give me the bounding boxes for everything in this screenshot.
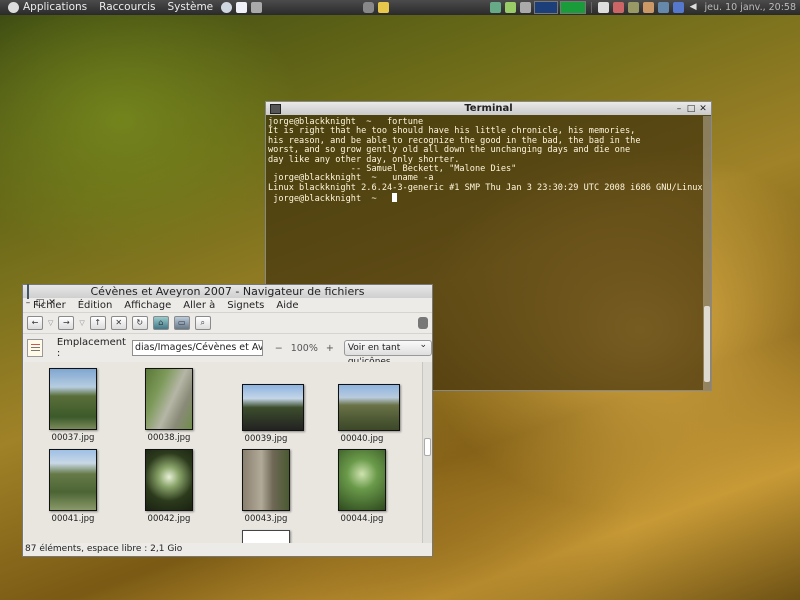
file-item[interactable]: 00038.jpg [145,368,193,443]
folder-icon [27,284,29,299]
file-browser-window[interactable]: Cévènes et Aveyron 2007 - Navigateur de … [22,284,433,557]
photo-thumbnail [242,449,290,511]
file-item[interactable] [242,530,290,543]
terminal-line: jorge@blackknight ~ [268,194,387,205]
file-item[interactable]: 00042.jpg [145,449,193,524]
terminal-icon [270,103,281,114]
file-item[interactable]: 00043.jpg [242,449,290,524]
view-mode-select[interactable]: Voir en tant qu'icônes [343,338,432,367]
editor-launcher-icon[interactable] [251,2,263,13]
file-item[interactable]: 00040.jpg [338,384,400,444]
text-cursor [392,193,398,203]
photo-thumbnail [242,384,304,431]
applications-menu-label: Applications [23,1,88,13]
file-browser-title: Cévènes et Aveyron 2007 - Navigateur de … [90,285,365,298]
zoom-out-button[interactable]: − [275,343,283,354]
close-icon[interactable]: ✕ [698,104,708,114]
file-name: 00037.jpg [51,433,95,443]
update-icon[interactable] [627,2,639,13]
browser-launcher-icon[interactable] [221,2,233,13]
menu-view[interactable]: Affichage [118,300,177,311]
terminal-line: Linux blackknight 2.6.24-3-generic #1 SM… [268,182,702,193]
file-name: 00043.jpg [244,514,288,524]
volume-icon[interactable]: ◀ [688,2,699,13]
zoom-level[interactable]: 100% [291,343,318,354]
eject-icon[interactable] [362,2,374,13]
location-label: Emplacement : [56,337,126,359]
file-name: 00042.jpg [147,514,191,524]
bluetooth-icon[interactable] [672,2,684,13]
file-name: 00039.jpg [244,434,288,444]
file-item[interactable]: 00044.jpg [338,449,386,524]
zoom-in-button[interactable]: + [326,343,334,354]
edit-location-icon[interactable] [27,339,43,357]
home-icon[interactable]: ⌂ [152,316,169,330]
photo-thumbnail [338,449,386,511]
file-browser-titlebar[interactable]: Cévènes et Aveyron 2007 - Navigateur de … [23,284,432,308]
photo-thumbnail [49,449,97,511]
menu-file[interactable]: Fichier [27,300,72,311]
menu-help[interactable]: Aide [270,300,304,311]
system-menu[interactable]: Système [162,0,220,15]
icon-view[interactable]: 00037.jpg 00038.jpg 00039.jpg 00040.jpg … [24,362,422,543]
up-icon[interactable]: ↑ [89,316,106,330]
menu-bookmarks[interactable]: Signets [221,300,270,311]
clipboard-icon[interactable] [612,2,624,13]
top-panel: Applications Raccourcis Système ◀ jeu. 1… [0,0,800,15]
disk-icon[interactable] [519,2,531,13]
icon-view-scroll-thumb[interactable] [424,438,431,456]
forward-icon[interactable]: → [58,316,75,330]
menu-go[interactable]: Aller à [177,300,221,311]
terminal-scrollbar[interactable] [703,116,711,390]
file-item[interactable]: 00041.jpg [49,449,97,524]
icon-view-scrollbar[interactable] [422,362,432,543]
menu-edit[interactable]: Édition [72,300,119,311]
back-history-icon[interactable]: ▽ [48,319,53,327]
file-browser-toolbar: ← ▽ → ▽ ↑ ✕ ↻ ⌂ ▭ ⌕ [23,312,432,334]
terminal-scroll-thumb[interactable] [704,306,710,382]
file-item[interactable]: 00039.jpg [242,384,304,444]
computer-icon[interactable]: ▭ [173,316,190,330]
network-monitor-icon[interactable] [489,2,501,13]
search-icon[interactable]: ⌕ [194,316,211,330]
mail-launcher-icon[interactable] [236,2,248,13]
file-name: 00041.jpg [51,514,95,524]
cpu-monitor-icon[interactable] [504,2,516,13]
location-input[interactable]: dias/Images/Cévènes et Aveyron 2007 [131,340,263,356]
clock[interactable]: jeu. 10 janv., 20:58 [701,2,800,13]
applications-menu[interactable]: Applications [0,0,93,15]
foot-icon [8,2,19,13]
maximize-icon[interactable]: □ [686,104,696,114]
photo-thumbnail [242,530,290,543]
file-name: 00040.jpg [340,434,384,444]
notification-icon[interactable] [597,2,609,13]
network-icon[interactable] [657,2,669,13]
file-name: 00044.jpg [340,514,384,524]
package-icon[interactable] [642,2,654,13]
photo-thumbnail [145,368,193,430]
file-name: 00038.jpg [147,433,191,443]
reload-icon[interactable]: ↻ [131,316,148,330]
terminal-titlebar[interactable]: Terminal – □ ✕ [266,102,711,115]
stop-icon[interactable]: ✕ [110,316,127,330]
file-browser-menubar: Fichier Édition Affichage Aller à Signet… [23,298,432,312]
load-graph [533,1,558,14]
location-bar: Emplacement : dias/Images/Cévènes et Ave… [23,334,432,367]
photo-thumbnail [49,368,97,430]
folder-icon[interactable] [377,2,389,13]
photo-thumbnail [338,384,400,431]
status-bar: 87 éléments, espace libre : 2,1 Gio [25,544,183,554]
memory-graph [559,1,586,14]
shortcuts-menu[interactable]: Raccourcis [93,0,161,15]
forward-history-icon[interactable]: ▽ [79,319,84,327]
minimize-icon[interactable]: – [674,104,684,114]
activity-icon [418,317,428,329]
back-icon[interactable]: ← [27,316,43,330]
terminal-title: Terminal [464,103,513,114]
file-item[interactable]: 00037.jpg [49,368,97,443]
photo-thumbnail [145,449,193,511]
